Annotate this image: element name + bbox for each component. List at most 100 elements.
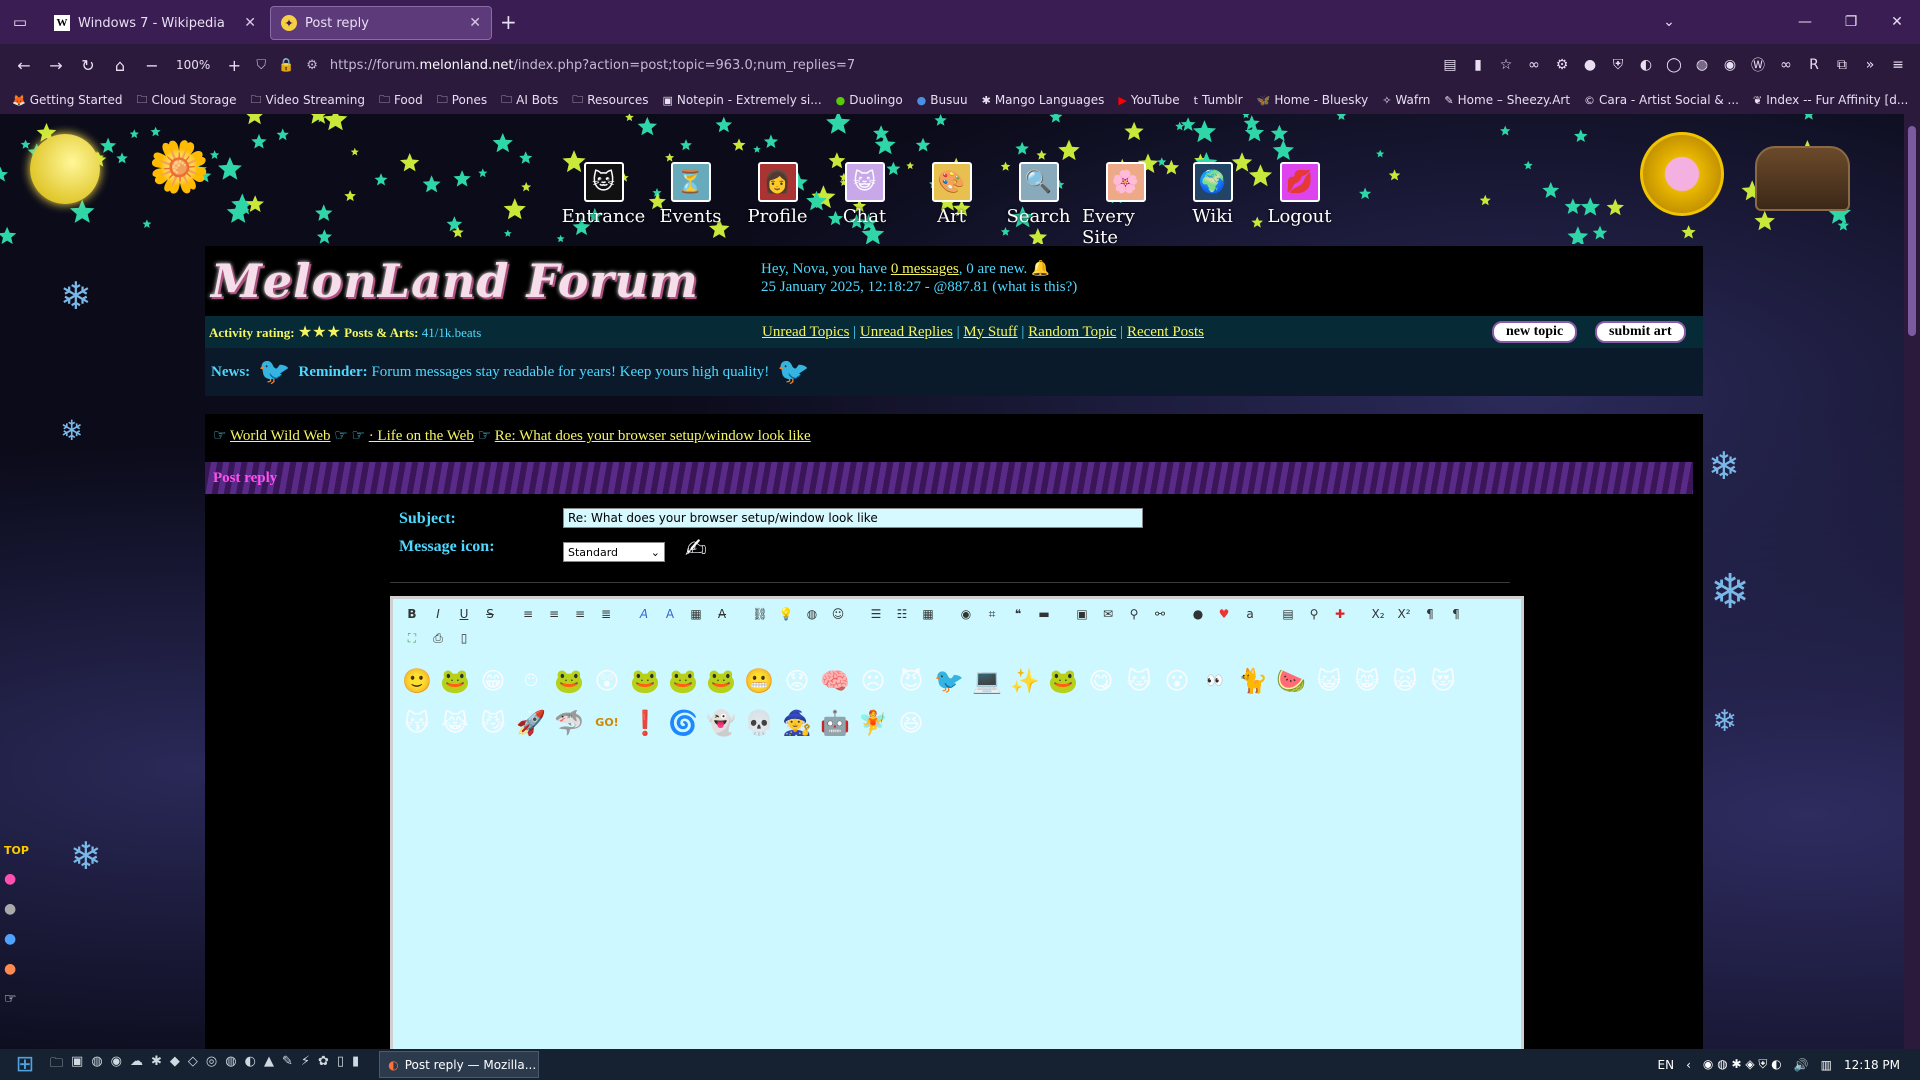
- sticker-badge-icon[interactable]: [1640, 132, 1724, 216]
- justify-icon[interactable]: ≣: [595, 603, 617, 625]
- table-icon[interactable]: ▦: [917, 603, 939, 625]
- bookmark-folder[interactable]: 🗀 Video Streaming: [251, 91, 365, 110]
- steam-icon[interactable]: ◍: [91, 1054, 102, 1076]
- url-icon[interactable]: ⚲: [1123, 603, 1145, 625]
- shark-icon[interactable]: 🦈: [553, 703, 585, 743]
- lightbulb-icon[interactable]: 💡: [775, 603, 797, 625]
- expand-icon[interactable]: ⛶: [401, 627, 423, 649]
- blue-orb-icon[interactable]: ●: [4, 931, 29, 947]
- shield-icon[interactable]: ⛉: [256, 58, 266, 73]
- close-window-icon[interactable]: ✕: [1874, 14, 1920, 30]
- tray-icons[interactable]: ◉ ◍ ✱ ◈ ⛨ ◐: [1703, 1057, 1782, 1072]
- frog-icon[interactable]: 🐸: [1047, 661, 1079, 701]
- ltr-icon[interactable]: ¶: [1419, 603, 1441, 625]
- bookmark-item[interactable]: 🦊 Getting Started: [12, 93, 122, 107]
- bookmark-item[interactable]: ✎ Home – Sheezy.Art: [1444, 93, 1570, 107]
- frog-icon[interactable]: 🐸: [439, 661, 471, 701]
- nav-chat[interactable]: 😺 Chat: [821, 162, 908, 248]
- breadcrumb-topic[interactable]: Re: What does your browser setup/window …: [495, 428, 811, 444]
- align-center-icon[interactable]: ≡: [543, 603, 565, 625]
- submit-art-button[interactable]: submit art: [1595, 321, 1686, 343]
- circle-icon[interactable]: ◐: [1632, 57, 1660, 73]
- cat-dance-icon[interactable]: 🐈: [1237, 661, 1269, 701]
- bookmark-folder[interactable]: 🗀 Pones: [437, 91, 487, 110]
- text-color-icon[interactable]: a: [1239, 603, 1261, 625]
- frog-icon[interactable]: 🐸: [553, 661, 585, 701]
- frog-icon[interactable]: 🐸: [667, 661, 699, 701]
- url-text[interactable]: https://forum.melonland.net/index.php?ac…: [330, 58, 855, 73]
- nav-entrance[interactable]: 🐱 Entrance: [560, 162, 647, 248]
- italic-icon[interactable]: I: [427, 603, 449, 625]
- overflow-icon[interactable]: »: [1856, 57, 1884, 73]
- frog-icon[interactable]: 🐸: [705, 661, 737, 701]
- small-face-icon[interactable]: 😶: [515, 661, 547, 701]
- pink-orb-icon[interactable]: ●: [4, 871, 29, 887]
- robot-icon[interactable]: 🤖: [819, 703, 851, 743]
- app-icon[interactable]: ✎: [282, 1054, 293, 1076]
- extension-icon[interactable]: ●: [1576, 57, 1604, 73]
- nav-art[interactable]: 🎨 Art: [908, 162, 995, 248]
- breadcrumb-subboard[interactable]: · Life on the Web: [369, 428, 474, 444]
- message-editor[interactable]: B I U S ≡ ≡ ≡ ≣ A A ▦ A̶ ⛓ 💡 ◍ ☺ ☰ ☷ ▦ ◉…: [390, 596, 1524, 1056]
- message-icon-select[interactable]: Standard ⌄: [563, 542, 665, 562]
- bookmark-item[interactable]: t Tumblr: [1194, 93, 1243, 107]
- subscript-icon[interactable]: X₂: [1367, 603, 1389, 625]
- firefox-icon[interactable]: ◐: [245, 1054, 256, 1076]
- gear-icon[interactable]: ⚙: [1548, 57, 1576, 73]
- bookmark-item[interactable]: 🦋 Home - Bluesky: [1257, 93, 1369, 107]
- home-icon[interactable]: ⌂: [104, 49, 136, 81]
- radio-icon[interactable]: [1755, 146, 1850, 211]
- link-my-stuff[interactable]: My Stuff: [963, 324, 1017, 340]
- bookmark-item[interactable]: ❦ Index -- Fur Affinity [d...: [1753, 93, 1908, 107]
- laugh-icon[interactable]: 😆: [895, 703, 927, 743]
- url-bar[interactable]: ⛉ 🔒 ⚙ https://forum.melonland.net/index.…: [250, 49, 1436, 81]
- pointer-hand-icon[interactable]: ☞: [4, 991, 29, 1007]
- subject-input[interactable]: [563, 508, 1143, 528]
- app-icon[interactable]: ⚡: [301, 1054, 310, 1076]
- new-tab-icon[interactable]: +: [500, 10, 517, 34]
- zoom-out-icon[interactable]: −: [136, 49, 168, 81]
- bookmark-folder[interactable]: 🗀 Food: [379, 91, 423, 110]
- bird-icon[interactable]: 🐦: [933, 661, 965, 701]
- scroll-thumb[interactable]: [1908, 126, 1916, 336]
- link-random-topic[interactable]: Random Topic: [1028, 324, 1116, 340]
- cloud-icon[interactable]: ☁: [130, 1054, 143, 1076]
- brain-icon[interactable]: 🧠: [819, 661, 851, 701]
- nav-wiki[interactable]: 🌍 Wiki: [1169, 162, 1256, 248]
- app-icon[interactable]: ◇: [188, 1054, 198, 1076]
- wizard-icon[interactable]: 🧙: [781, 703, 813, 743]
- nav-search[interactable]: 🔍 Search: [995, 162, 1082, 248]
- pacman-icon[interactable]: 😮: [1161, 661, 1193, 701]
- face-icon[interactable]: ☺: [827, 603, 849, 625]
- align-right-icon[interactable]: ≡: [569, 603, 591, 625]
- mage-icon[interactable]: 🧚: [857, 703, 889, 743]
- bookmark-item[interactable]: ● Duolingo: [836, 93, 903, 107]
- eyes-icon[interactable]: 👀: [1199, 661, 1231, 701]
- tab-list-icon[interactable]: ▭: [0, 0, 40, 44]
- obs-icon[interactable]: ◎: [206, 1054, 217, 1076]
- new-topic-button[interactable]: new topic: [1492, 321, 1578, 343]
- nav-profile[interactable]: 👩 Profile: [734, 162, 821, 248]
- volume-icon[interactable]: 🔊: [1794, 1058, 1809, 1072]
- bookmark-folder[interactable]: 🗀 AI Bots: [501, 91, 558, 110]
- ghost-icon[interactable]: 👻: [705, 703, 737, 743]
- network-icon[interactable]: ▥: [1821, 1058, 1832, 1072]
- grimace-icon[interactable]: 😬: [743, 661, 775, 701]
- bookmark-item[interactable]: ● Busuu: [917, 93, 968, 107]
- melon-icon[interactable]: 🍉: [1275, 661, 1307, 701]
- discord-icon[interactable]: ◉: [111, 1054, 122, 1076]
- zoom-level[interactable]: 100%: [168, 58, 218, 72]
- close-icon[interactable]: ✕: [244, 15, 256, 31]
- source-icon[interactable]: ▯: [453, 627, 475, 649]
- chevron-left-icon[interactable]: ‹: [1686, 1058, 1691, 1072]
- underline-icon[interactable]: U: [453, 603, 475, 625]
- spoiler-icon[interactable]: ✚: [1329, 603, 1351, 625]
- infinity-icon[interactable]: ∞: [1520, 57, 1548, 73]
- frown-icon[interactable]: ☹: [857, 661, 889, 701]
- page-scrollbar[interactable]: [1904, 114, 1920, 1049]
- shock-icon[interactable]: 😲: [591, 661, 623, 701]
- top-icon[interactable]: TOP: [4, 844, 29, 857]
- chrome-icon[interactable]: ◍: [225, 1054, 236, 1076]
- quote-icon[interactable]: ❝: [1007, 603, 1029, 625]
- frog-icon[interactable]: 🐸: [629, 661, 661, 701]
